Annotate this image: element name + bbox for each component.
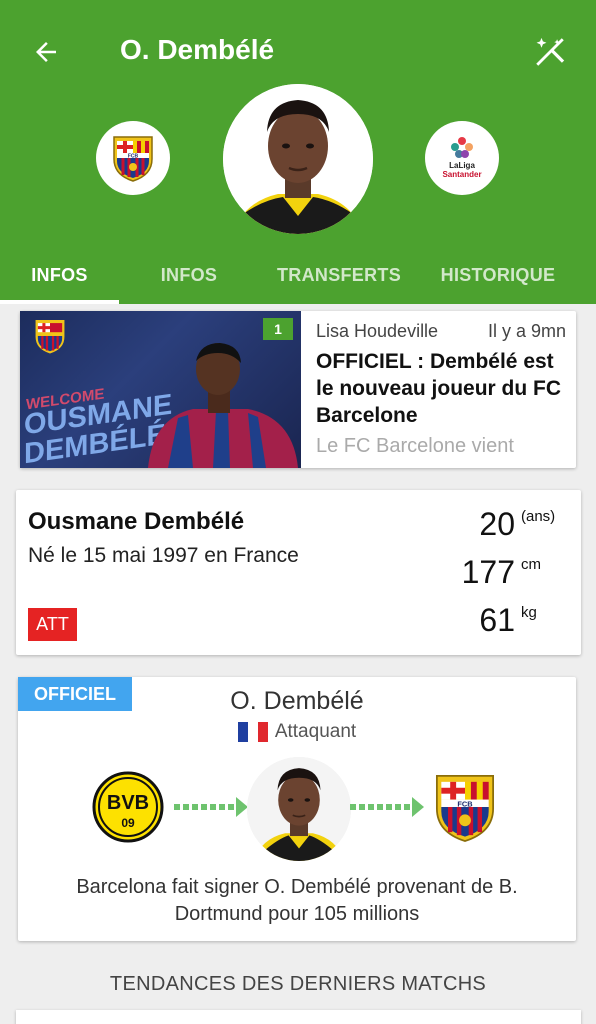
arrow-left-icon — [36, 42, 56, 62]
player-photo-icon — [223, 84, 373, 234]
section-title: TENDANCES DES DERNIERS MATCHS — [109, 973, 487, 995]
news-author: Lisa Houdeville — [316, 321, 439, 341]
tab-historique[interactable]: HISTORIQUE — [419, 246, 577, 304]
news-image: WELCOME OUSMANE DEMBÉLÉ 1 — [20, 311, 301, 468]
magic-wand-button[interactable] — [530, 32, 570, 72]
transfer-position: Attaquant — [18, 721, 576, 743]
height-value: 177 — [461, 554, 515, 590]
laliga-logo-icon — [451, 137, 473, 158]
news-meta: Lisa Houdeville Il y a 9mn — [316, 321, 566, 342]
transfer-player-name: O. Dembélé — [230, 687, 364, 715]
svg-text:BVB: BVB — [107, 792, 149, 814]
tab-transferts[interactable]: TRANSFERTS — [259, 246, 419, 304]
player-figure-icon — [148, 343, 298, 468]
height-stat: 177 cm — [462, 554, 581, 591]
player-photo-icon — [247, 757, 351, 861]
svg-text:FCB: FCB — [457, 799, 472, 808]
league-badge[interactable]: LaLiga Santander — [425, 121, 499, 195]
transfer-card[interactable]: OFFICIEL O. Dembélé Attaquant BVB 09 FCB… — [18, 677, 576, 941]
svg-text:09: 09 — [121, 816, 135, 830]
age-stat: 20 (ans) — [479, 506, 581, 543]
news-card[interactable]: WELCOME OUSMANE DEMBÉLÉ 1 Lisa Houdevill… — [20, 311, 576, 468]
back-button[interactable] — [26, 32, 66, 72]
app-header: O. Dembélé FCB LaLiga Santander INFOS IN… — [0, 0, 596, 304]
news-count-badge: 1 — [263, 318, 293, 340]
position-badge: ATT — [28, 608, 77, 641]
news-excerpt: Le FC Barcelone vient — [316, 435, 514, 457]
magic-wand-off-icon — [536, 37, 565, 66]
player-birth-info: Né le 15 mai 1997 en France — [28, 544, 299, 567]
age-value: 20 — [479, 506, 515, 542]
weight-unit: kg — [521, 604, 537, 621]
news-title: OFFICIEL : Dembélé est le nouveau joueur… — [316, 350, 562, 427]
league-name: LaLiga — [449, 161, 475, 170]
league-sponsor: Santander — [442, 170, 482, 179]
page-title: O. Dembélé — [120, 34, 275, 65]
player-name: Ousmane Dembélé — [28, 508, 245, 535]
fc-barcelona-crest-icon — [35, 320, 65, 354]
weight-value: 61 — [479, 602, 515, 638]
player-avatar — [223, 84, 373, 234]
borussia-dortmund-crest-icon: BVB 09 — [92, 771, 164, 843]
tab-bar: INFOS INFOS TRANSFERTS HISTORIQUE — [0, 246, 596, 304]
transfer-arrow-icon — [350, 797, 424, 817]
matches-trend-card[interactable] — [16, 1010, 581, 1024]
fc-barcelona-crest-icon: FCB — [435, 775, 495, 842]
fc-barcelona-crest-icon: FCB — [113, 136, 153, 182]
transfer-arrow-icon — [174, 797, 248, 817]
transfer-description: Barcelona fait signer O. Dembélé provena… — [76, 876, 518, 925]
news-time: Il y a 9mn — [487, 321, 566, 341]
weight-stat: 61 kg — [479, 602, 581, 639]
tab-infos[interactable]: INFOS — [0, 246, 119, 304]
age-unit: (ans) — [521, 508, 556, 525]
tab-infos-2[interactable]: INFOS — [119, 246, 259, 304]
club-badge[interactable]: FCB — [96, 121, 170, 195]
transfer-player-photo — [247, 757, 351, 861]
height-unit: cm — [521, 556, 541, 573]
transfer-position-label: Attaquant — [274, 721, 357, 742]
player-info-card: Ousmane Dembélé Né le 15 mai 1997 en Fra… — [16, 490, 581, 655]
france-flag-icon — [237, 722, 268, 742]
